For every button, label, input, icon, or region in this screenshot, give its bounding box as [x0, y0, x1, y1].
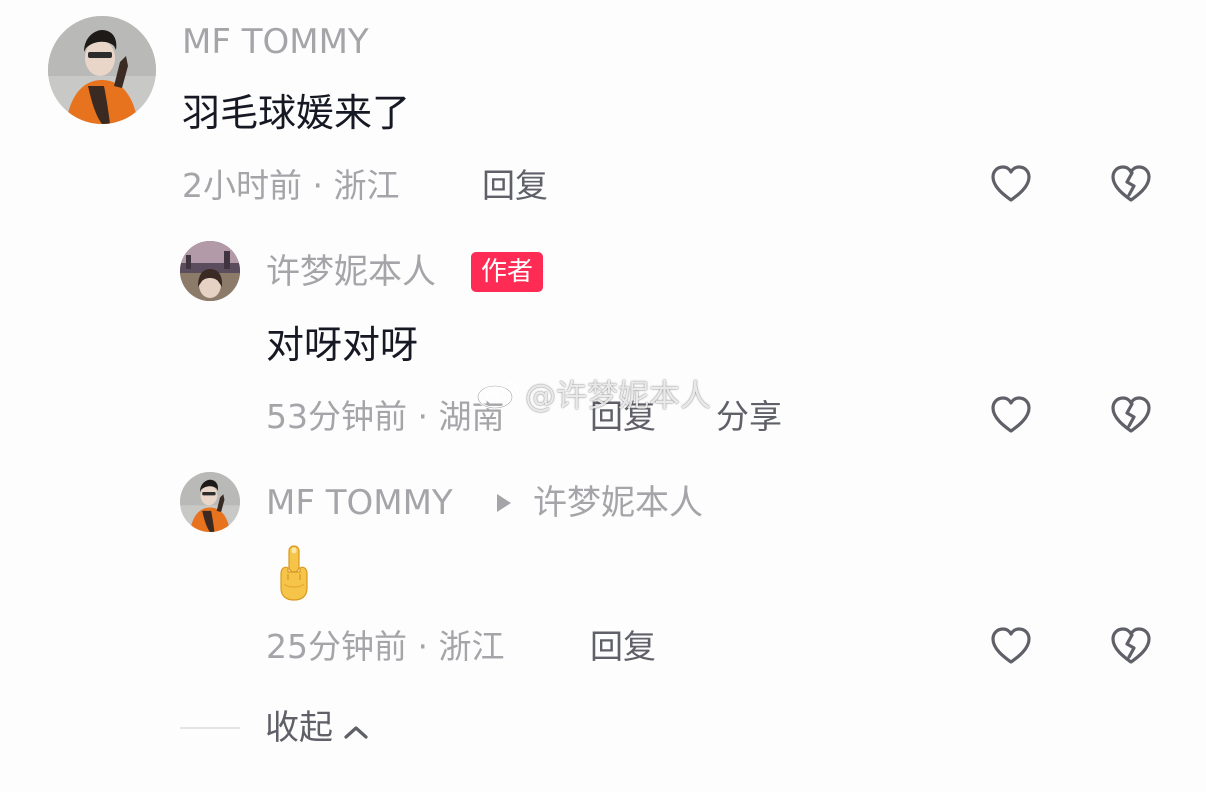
- reply-username[interactable]: MF TOMMY: [266, 483, 453, 523]
- author-badge: 作者: [471, 252, 544, 292]
- heart-outline-icon: [991, 627, 1031, 664]
- avatar[interactable]: [180, 472, 240, 532]
- like-button[interactable]: [987, 622, 1035, 670]
- comment-meta: 2小时前 · 浙江: [182, 166, 400, 205]
- avatar-image: [48, 16, 156, 124]
- reply-text: 对呀对呀: [266, 323, 419, 367]
- comment-username[interactable]: MF TOMMY: [182, 22, 369, 62]
- reply-target-username[interactable]: 许梦妮本人: [533, 483, 703, 523]
- avatar-image: [180, 472, 240, 532]
- reply-meta: 53分钟前 · 湖南: [266, 397, 505, 436]
- collapse-label: 收起: [265, 708, 333, 748]
- middle-finger-emoji: [276, 544, 312, 602]
- heart-outline-icon: [991, 165, 1031, 202]
- avatar[interactable]: [180, 241, 240, 301]
- like-button[interactable]: [987, 391, 1035, 439]
- comment-thread: MF TOMMY 羽毛球媛来了 2小时前 · 浙江 回复 许梦妮本人 作者 对呀…: [0, 0, 1206, 792]
- dislike-button[interactable]: [1107, 391, 1155, 439]
- broken-heart-icon: [1111, 396, 1151, 433]
- broken-heart-icon: [1111, 627, 1151, 664]
- dislike-button[interactable]: [1107, 622, 1155, 670]
- like-button[interactable]: [987, 160, 1035, 208]
- triangle-right-icon: [497, 494, 511, 512]
- reply-button[interactable]: 回复: [590, 397, 656, 437]
- avatar-image: [180, 241, 240, 301]
- reply-username[interactable]: 许梦妮本人: [266, 252, 436, 292]
- reply-button[interactable]: 回复: [482, 166, 548, 206]
- dislike-button[interactable]: [1107, 160, 1155, 208]
- reply-meta: 25分钟前 · 浙江: [266, 627, 505, 666]
- collapse-button[interactable]: 收起: [265, 707, 369, 751]
- broken-heart-icon: [1111, 165, 1151, 202]
- chevron-up-icon: [343, 709, 369, 751]
- avatar[interactable]: [48, 16, 156, 124]
- share-button[interactable]: 分享: [716, 397, 782, 437]
- heart-outline-icon: [991, 396, 1031, 433]
- reply-button[interactable]: 回复: [590, 627, 656, 667]
- divider: [180, 727, 240, 729]
- comment-text: 羽毛球媛来了: [182, 91, 411, 135]
